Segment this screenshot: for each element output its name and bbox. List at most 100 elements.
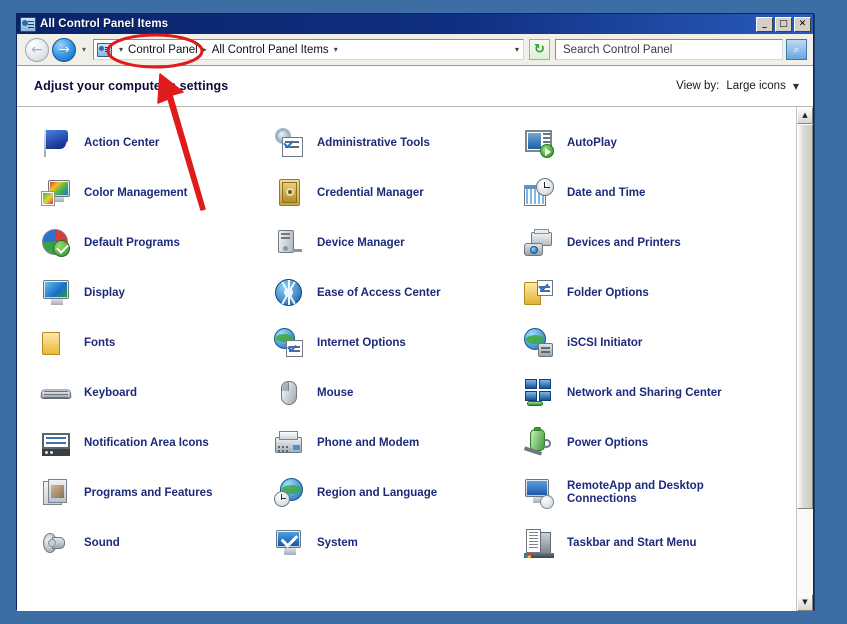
- address-control-panel-icon: [97, 43, 112, 57]
- search-box[interactable]: [555, 39, 783, 60]
- control-panel-item-label[interactable]: iSCSI Initiator: [567, 337, 642, 350]
- internet-options-icon: [273, 327, 305, 359]
- sound-icon: [40, 527, 72, 559]
- notification-area-icons-icon: [40, 427, 72, 459]
- breadcrumb-item-all-control-panel-items[interactable]: All Control Panel Items: [211, 44, 330, 56]
- control-panel-item[interactable]: RemoteApp and Desktop Connections: [517, 477, 779, 509]
- control-panel-item[interactable]: System: [267, 527, 517, 559]
- control-panel-item-label[interactable]: Ease of Access Center: [317, 287, 441, 300]
- control-panel-item-label[interactable]: Default Programs: [84, 237, 180, 250]
- view-by-label: View by:: [676, 80, 719, 92]
- control-panel-item[interactable]: Network and Sharing Center: [517, 377, 779, 409]
- control-panel-item[interactable]: Power Options: [517, 427, 779, 459]
- control-panel-item[interactable]: Sound: [17, 527, 267, 559]
- recent-pages-dropdown[interactable]: ▾: [78, 45, 90, 54]
- address-toolbar: ← → ▾ ▾ Control Panel ▸ All Control Pane…: [17, 34, 813, 66]
- search-button[interactable]: ⌕: [786, 39, 807, 60]
- control-panel-item-label[interactable]: Phone and Modem: [317, 437, 419, 450]
- control-panel-item-label[interactable]: AutoPlay: [567, 137, 617, 150]
- control-panel-item[interactable]: Region and Language: [267, 477, 517, 509]
- control-panel-item[interactable]: Default Programs: [17, 227, 267, 259]
- control-panel-item-label[interactable]: System: [317, 537, 358, 550]
- remoteapp-icon: [523, 477, 555, 509]
- breadcrumb-item-control-panel[interactable]: Control Panel: [127, 44, 199, 56]
- control-panel-item-label[interactable]: Taskbar and Start Menu: [567, 537, 697, 550]
- desktop-background: All Control Panel Items _ □ ✕ ← → ▾ ▾ Co…: [0, 0, 847, 624]
- search-input[interactable]: [561, 43, 782, 57]
- control-panel-item-label[interactable]: Display: [84, 287, 125, 300]
- device-manager-icon: [273, 227, 305, 259]
- scroll-down-button[interactable]: ▼: [797, 594, 813, 611]
- control-panel-item-label[interactable]: Device Manager: [317, 237, 405, 250]
- control-panel-item-label[interactable]: Administrative Tools: [317, 137, 430, 150]
- close-button[interactable]: ✕: [794, 17, 811, 32]
- window-controls: _ □ ✕: [756, 17, 811, 32]
- breadcrumb-caret-0[interactable]: ▾: [115, 45, 127, 54]
- control-panel-item[interactable]: Keyboard: [17, 377, 267, 409]
- control-panel-item[interactable]: Taskbar and Start Menu: [517, 527, 779, 559]
- control-panel-item-label[interactable]: Network and Sharing Center: [567, 387, 722, 400]
- content-header: Adjust your computer's settings View by:…: [17, 66, 813, 106]
- control-panel-item[interactable]: Credential Manager: [267, 177, 517, 209]
- date-and-time-icon: [523, 177, 555, 209]
- control-panel-item[interactable]: Devices and Printers: [517, 227, 779, 259]
- vertical-scrollbar[interactable]: ▲ ▼: [796, 107, 813, 611]
- control-panel-item-label[interactable]: Sound: [84, 537, 120, 550]
- control-panel-items-grid: Action Center Administrative Tools AutoPla…: [17, 107, 796, 611]
- control-panel-item[interactable]: Ease of Access Center: [267, 277, 517, 309]
- breadcrumb-separator-0[interactable]: ▸: [199, 45, 211, 54]
- chevron-down-icon[interactable]: ▾: [509, 45, 519, 54]
- control-panel-item[interactable]: Color Management: [17, 177, 267, 209]
- scrollbar-thumb[interactable]: [797, 124, 813, 509]
- control-panel-item-label[interactable]: Keyboard: [84, 387, 137, 400]
- control-panel-item-label[interactable]: Programs and Features: [84, 487, 212, 500]
- control-panel-item[interactable]: Programs and Features: [17, 477, 267, 509]
- control-panel-item[interactable]: Fonts: [17, 327, 267, 359]
- control-panel-item[interactable]: Phone and Modem: [267, 427, 517, 459]
- refresh-button[interactable]: ↻: [529, 39, 550, 60]
- scrollbar-track[interactable]: [797, 124, 813, 594]
- control-panel-item[interactable]: Date and Time: [517, 177, 779, 209]
- control-panel-item[interactable]: Notification Area Icons: [17, 427, 267, 459]
- back-arrow-icon: ←: [26, 39, 48, 61]
- breadcrumb-separator-1[interactable]: ▾: [330, 45, 342, 54]
- maximize-button[interactable]: □: [775, 17, 792, 32]
- control-panel-item[interactable]: Display: [17, 277, 267, 309]
- control-panel-item[interactable]: Action Center: [17, 127, 267, 159]
- window-title-bar[interactable]: All Control Panel Items _ □ ✕: [17, 14, 813, 34]
- control-panel-item[interactable]: Device Manager: [267, 227, 517, 259]
- control-panel-item[interactable]: Administrative Tools: [267, 127, 517, 159]
- control-panel-item[interactable]: iSCSI Initiator: [517, 327, 779, 359]
- display-icon: [40, 277, 72, 309]
- control-panel-item[interactable]: Mouse: [267, 377, 517, 409]
- chevron-down-icon[interactable]: ▼: [793, 82, 799, 91]
- control-panel-item-label[interactable]: Color Management: [84, 187, 188, 200]
- control-panel-item-label[interactable]: Region and Language: [317, 487, 437, 500]
- control-panel-item-label[interactable]: RemoteApp and Desktop Connections: [567, 480, 742, 506]
- control-panel-item-label[interactable]: Credential Manager: [317, 187, 424, 200]
- address-bar[interactable]: ▾ Control Panel ▸ All Control Panel Item…: [93, 39, 524, 60]
- control-panel-item-label[interactable]: Date and Time: [567, 187, 645, 200]
- control-panel-item-label[interactable]: Internet Options: [317, 337, 406, 350]
- caret-down-icon: ▼: [802, 599, 807, 606]
- control-panel-item-label[interactable]: Folder Options: [567, 287, 649, 300]
- control-panel-item-label[interactable]: Action Center: [84, 137, 159, 150]
- minimize-button[interactable]: _: [756, 17, 773, 32]
- items-row: Notification Area Icons Phone and Modem Po…: [17, 418, 796, 468]
- control-panel-item-label[interactable]: Power Options: [567, 437, 648, 450]
- control-panel-item-label[interactable]: Mouse: [317, 387, 353, 400]
- fonts-icon: [40, 327, 72, 359]
- control-panel-item-label[interactable]: Notification Area Icons: [84, 437, 209, 450]
- view-by-control[interactable]: View by: Large icons ▼: [676, 80, 799, 92]
- scroll-up-button[interactable]: ▲: [797, 107, 813, 124]
- view-by-value[interactable]: Large icons: [726, 80, 785, 92]
- control-panel-item-label[interactable]: Fonts: [84, 337, 115, 350]
- forward-button[interactable]: →: [52, 38, 76, 62]
- control-panel-item[interactable]: AutoPlay: [517, 127, 779, 159]
- back-button[interactable]: ←: [25, 38, 49, 62]
- credential-manager-icon: [273, 177, 305, 209]
- control-panel-item[interactable]: Internet Options: [267, 327, 517, 359]
- control-panel-item[interactable]: Folder Options: [517, 277, 779, 309]
- refresh-icon: ↻: [534, 43, 545, 56]
- control-panel-item-label[interactable]: Devices and Printers: [567, 237, 681, 250]
